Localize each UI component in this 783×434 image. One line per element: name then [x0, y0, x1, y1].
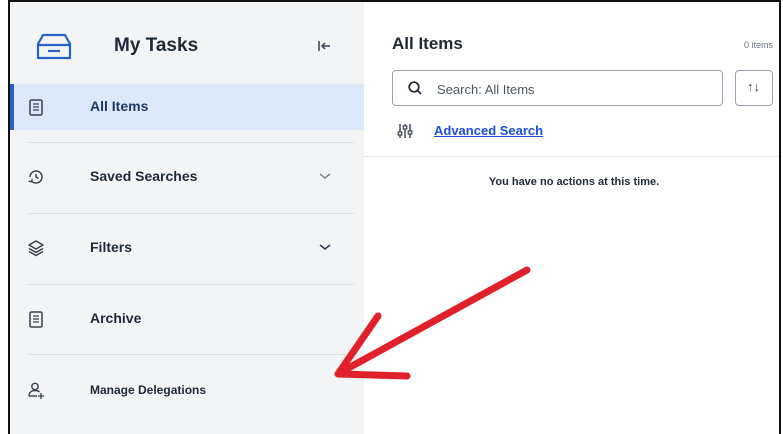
history-icon: [28, 170, 43, 184]
sort-button[interactable]: ↑↓: [735, 70, 773, 106]
sidebar-item-all-items[interactable]: All Items: [10, 84, 364, 130]
collapse-sidebar-icon[interactable]: [316, 38, 332, 54]
sidebar-item-label: Archive: [90, 310, 142, 326]
chevron-down-icon[interactable]: [318, 171, 332, 181]
search-icon: [408, 81, 422, 95]
clipboard-icon: [29, 311, 43, 328]
sidebar-item-label: Saved Searches: [90, 168, 198, 184]
clipboard-icon: [29, 99, 43, 116]
sidebar-item-archive[interactable]: Archive: [10, 296, 364, 342]
divider: [28, 213, 354, 214]
inbox-tray-icon: [36, 33, 72, 60]
sidebar-item-manage-delegations[interactable]: Manage Delegations: [10, 367, 364, 413]
sidebar-item-label: All Items: [90, 98, 149, 114]
page-title: All Items: [392, 34, 463, 53]
sort-icon: ↑↓: [747, 79, 760, 94]
empty-state-message: You have no actions at this time.: [488, 176, 660, 188]
sidebar-item-saved-searches[interactable]: Saved Searches: [10, 154, 364, 200]
layers-icon: [28, 240, 44, 257]
divider: [28, 284, 354, 285]
sliders-icon: [397, 124, 413, 138]
sidebar: My Tasks All Items Saved Searches Filter…: [10, 2, 364, 434]
search-box[interactable]: [392, 70, 723, 106]
search-input[interactable]: [435, 77, 709, 101]
divider: [364, 156, 779, 157]
divider: [28, 142, 354, 143]
app-window: My Tasks All Items Saved Searches Filter…: [8, 0, 781, 434]
sidebar-item-label: Manage Delegations: [90, 383, 207, 397]
sidebar-item-filters[interactable]: Filters: [10, 225, 364, 271]
add-user-icon: [28, 382, 44, 399]
main-panel: All Items 0 items ↑↓ Advanced Search You…: [364, 2, 779, 434]
divider: [28, 354, 354, 355]
sidebar-item-label: Filters: [90, 239, 133, 255]
advanced-search-link[interactable]: Advanced Search: [434, 123, 543, 138]
sidebar-header: My Tasks: [10, 2, 364, 92]
chevron-down-icon[interactable]: [318, 242, 332, 252]
item-count: 0 items: [743, 40, 773, 50]
sidebar-title: My Tasks: [114, 35, 199, 56]
